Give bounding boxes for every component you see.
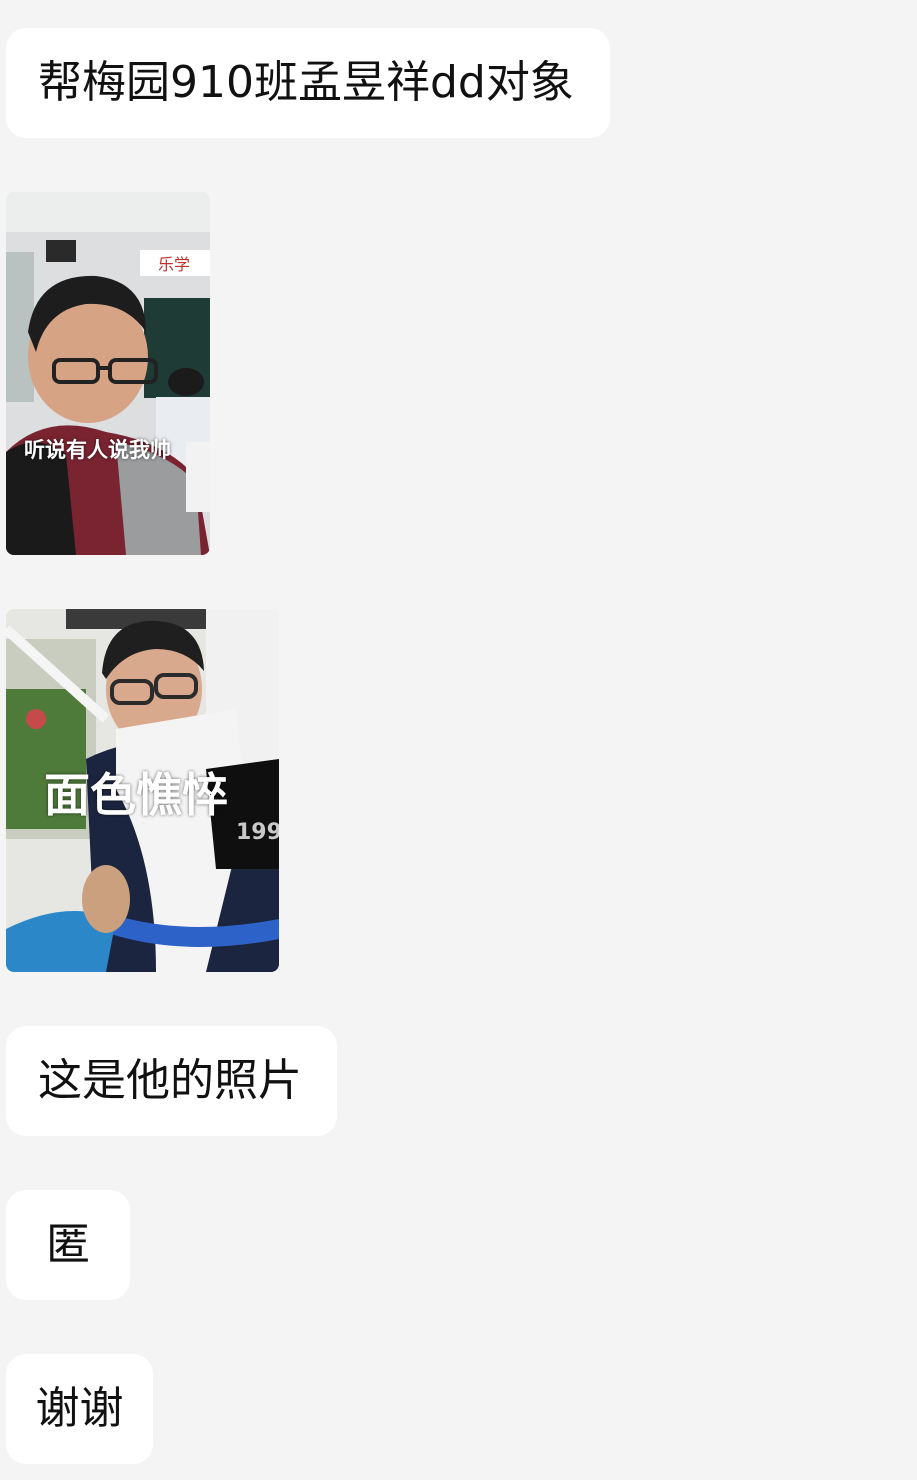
message-text: 这是他的照片 [38, 1055, 302, 1106]
message-text: 匿 [46, 1219, 90, 1270]
image-overlay-caption: 听说有人说我帅 [24, 438, 171, 462]
image-overlay-caption: 面色憔悴 [44, 768, 228, 822]
message-bubble[interactable]: 帮梅园910班孟昱祥dd对象 [6, 28, 610, 138]
chat-message-list: 帮梅园910班孟昱祥dd对象 乐学 听说有人说我帅 199 面色憔悴 这是他的照… [0, 0, 917, 1480]
photo-boy-classroom-icon: 乐学 [6, 192, 210, 555]
message-image-jacket[interactable]: 199 面色憔悴 [6, 609, 279, 972]
message-image-classroom[interactable]: 乐学 听说有人说我帅 [6, 192, 210, 555]
message-text: 谢谢 [35, 1383, 124, 1434]
shirt-text: 199 [236, 820, 279, 845]
wall-sign: 乐学 [158, 255, 190, 274]
message-text: 帮梅园910班孟昱祥dd对象 [38, 57, 574, 108]
message-bubble[interactable]: 匿 [6, 1190, 130, 1300]
message-bubble[interactable]: 这是他的照片 [6, 1026, 337, 1136]
message-bubble[interactable]: 谢谢 [6, 1354, 153, 1464]
